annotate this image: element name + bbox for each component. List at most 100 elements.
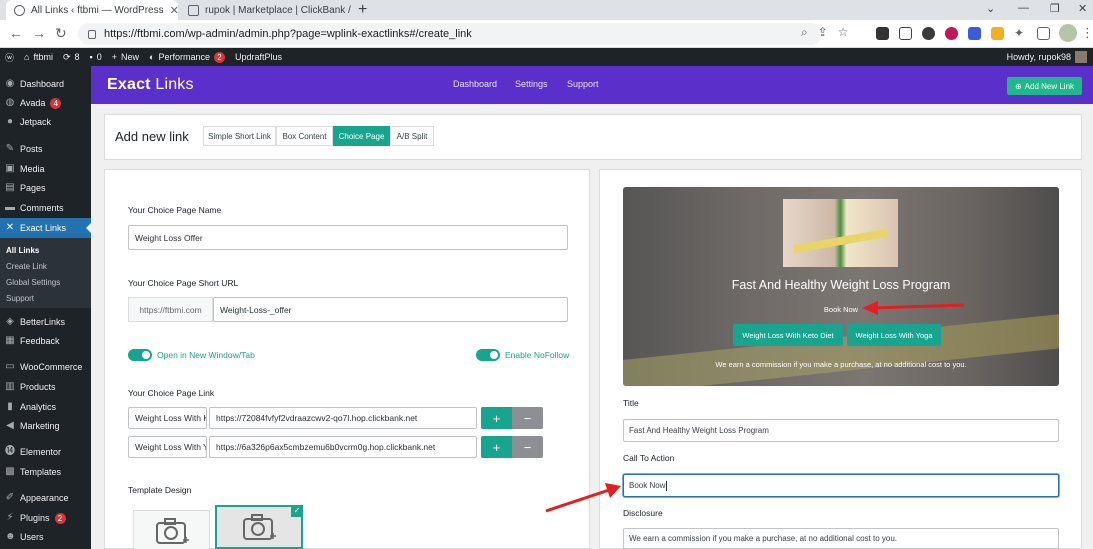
extension-icon[interactable] (922, 27, 935, 40)
sidebar-item-avada[interactable]: ◍ Avada 4 (0, 93, 91, 113)
avada-badge: 4 (50, 97, 62, 109)
page-title: Add new link (115, 129, 189, 144)
sidebar-item-products[interactable]: ▥ Products (0, 377, 91, 397)
template-option-2[interactable]: ✓ (215, 505, 303, 549)
extension-icon[interactable] (876, 27, 889, 40)
products-icon: ▥ (5, 381, 15, 392)
nofollow-label: Enable NoFollow (505, 350, 570, 360)
remove-link-button[interactable]: − (512, 407, 543, 429)
link-url-input[interactable]: https://72084fvfyf2vdraazcwv2-qo7l.hop.c… (209, 407, 477, 429)
link-url-input[interactable]: https://6a326p6ax5cmbzemu6b0vcrm0g.hop.c… (209, 436, 477, 458)
sidebar-item-appearance[interactable]: ✐ Appearance (0, 488, 91, 508)
sidebar-item-plugins[interactable]: ⚡ Plugins 2 (0, 508, 91, 528)
maximize-icon[interactable]: ❐ (1050, 2, 1060, 15)
link-name-input[interactable]: Weight Loss With Y (128, 436, 207, 458)
nav-dashboard[interactable]: Dashboard (453, 79, 497, 89)
comments-link[interactable]: ▪ 0 (90, 52, 102, 62)
zoom-icon[interactable]: ⌕ (801, 25, 808, 40)
sidebar-item-exact-links[interactable]: ✕ Exact Links (0, 218, 91, 238)
sidebar-item-jetpack[interactable]: ● Jetpack (0, 112, 91, 132)
link-name-input[interactable]: Weight Loss With K (128, 407, 207, 429)
call-to-action-input[interactable]: Book Now (623, 474, 1059, 497)
submenu-global-settings[interactable]: Global Settings (0, 274, 91, 290)
sidebar-item-elementor[interactable]: ⓮ Elementor (0, 442, 91, 462)
sidebar-item-comments[interactable]: ▬ Comments (0, 198, 91, 218)
sidebar-item-woocommerce[interactable]: ▭ WooCommerce (0, 357, 91, 377)
performance-link[interactable]: ◐ Performance 2 (149, 51, 225, 63)
add-new-link-panel: Add new link Simple Short Link Box Conte… (104, 114, 1082, 160)
home-icon: ⌂ (24, 52, 30, 62)
title-input[interactable]: Fast And Healthy Weight Loss Program (623, 419, 1059, 442)
short-url-label: Your Choice Page Short URL (128, 278, 239, 288)
tab-choice-page[interactable]: Choice Page (333, 126, 390, 146)
performance-icon: ◐ (149, 52, 155, 62)
sidebar-item-posts[interactable]: ✎ Posts (0, 139, 91, 159)
extension-icon[interactable] (899, 27, 912, 40)
preview-button-keto[interactable]: Weight Loss With Keto Diet (733, 324, 843, 346)
reload-icon[interactable]: ↻ (55, 25, 67, 42)
remove-link-button[interactable]: − (512, 436, 543, 458)
choice-page-name-input[interactable]: Weight Loss Offer (128, 225, 568, 250)
tab-box-content[interactable]: Box Content (276, 126, 333, 146)
user-avatar (1075, 51, 1087, 63)
tab-simple-short-link[interactable]: Simple Short Link (203, 126, 276, 146)
puzzle-icon[interactable]: ✦ (1014, 27, 1027, 40)
browser-tab-wordpress[interactable]: All Links ‹ ftbmi — WordPress ✕ (6, 0, 178, 20)
add-link-button[interactable]: + (481, 436, 512, 458)
sidebar-item-users[interactable]: ☻ Users (0, 527, 91, 547)
site-link[interactable]: ⌂ ftbmi (24, 52, 53, 62)
share-icon[interactable]: ⇪ (818, 25, 828, 40)
comments-icon: ▬ (5, 202, 15, 213)
add-link-button[interactable]: + (481, 407, 512, 429)
sidebar-item-marketing[interactable]: ◀ Marketing (0, 416, 91, 436)
sidebar-item-feedback[interactable]: ▦ Feedback (0, 331, 91, 351)
nofollow-toggle[interactable] (476, 349, 500, 361)
browser-menu-icon[interactable]: ⋮ (1081, 25, 1093, 41)
sidebar-item-pages[interactable]: ▤ Pages (0, 178, 91, 198)
add-new-link-button[interactable]: ⊕ Add New Link (1007, 77, 1082, 95)
profile-avatar[interactable] (1059, 24, 1077, 42)
preview-title: Fast And Healthy Weight Loss Program (731, 278, 951, 292)
tab-search-icon[interactable]: ⌄ (986, 2, 995, 15)
bookmark-star-icon[interactable]: ☆ (838, 25, 849, 40)
tab-ab-split[interactable]: A/B Split (390, 126, 434, 146)
open-new-window-toggle[interactable] (128, 349, 152, 361)
sidebar-item-dashboard[interactable]: ◉ Dashboard (0, 74, 91, 94)
sidebar-item-analytics[interactable]: ▮ Analytics (0, 397, 91, 417)
close-tab-icon[interactable]: ✕ (170, 4, 178, 17)
updraftplus-link[interactable]: UpdraftPlus (235, 52, 282, 62)
back-icon[interactable]: ← (9, 25, 23, 41)
wp-admin-bar: ⓦ ⌂ ftbmi ⟳ 8 ▪ 0 + New ◐ Performance 2 … (0, 48, 1093, 66)
submenu-create-link[interactable]: Create Link (0, 258, 91, 274)
exact-links-header: Exact Links Dashboard Settings Support ⊕… (91, 66, 1093, 104)
extension-icon[interactable] (991, 27, 1004, 40)
preview-button-yoga[interactable]: Weight Loss With Yoga (847, 324, 941, 346)
submenu-all-links[interactable]: All Links (0, 242, 91, 258)
wordpress-logo-icon[interactable]: ⓦ (5, 51, 14, 64)
short-url-input[interactable]: Weight-Loss-_offer (213, 297, 568, 322)
lock-icon (88, 29, 96, 39)
nav-support[interactable]: Support (567, 79, 599, 89)
new-content-link[interactable]: + New (112, 52, 139, 62)
browser-tab-clickbank[interactable]: rupok | Marketplace | ClickBank / ✕ (180, 0, 352, 20)
sidebar-item-betterlinks[interactable]: ◈ BetterLinks (0, 312, 91, 332)
extension-icon[interactable] (945, 27, 958, 40)
user-menu[interactable]: Howdy, rupok98 (1007, 51, 1087, 63)
plus-circle-icon: ⊕ (1014, 81, 1022, 91)
forward-icon[interactable]: → (32, 25, 46, 41)
extension-icon[interactable] (968, 27, 981, 40)
updates-link[interactable]: ⟳ 8 (63, 52, 80, 63)
close-window-icon[interactable]: ✕ (1078, 2, 1087, 15)
sidebar-item-media[interactable]: ▣ Media (0, 159, 91, 179)
minimize-icon[interactable]: — (1018, 2, 1029, 14)
sidepanel-icon[interactable] (1037, 27, 1050, 40)
nav-settings[interactable]: Settings (515, 79, 548, 89)
template-option-1[interactable] (133, 510, 210, 549)
disclosure-input[interactable]: We earn a commission if you make a purch… (623, 528, 1059, 549)
plugins-icon: ⚡ (6, 512, 14, 523)
dashboard-icon: ◉ (5, 78, 15, 89)
submenu-support[interactable]: Support (0, 290, 91, 306)
url-input[interactable]: https://ftbmi.com/wp-admin/admin.php?pag… (78, 23, 822, 45)
sidebar-item-templates[interactable]: ▩ Templates (0, 462, 91, 482)
new-tab-icon[interactable]: + (358, 1, 367, 19)
